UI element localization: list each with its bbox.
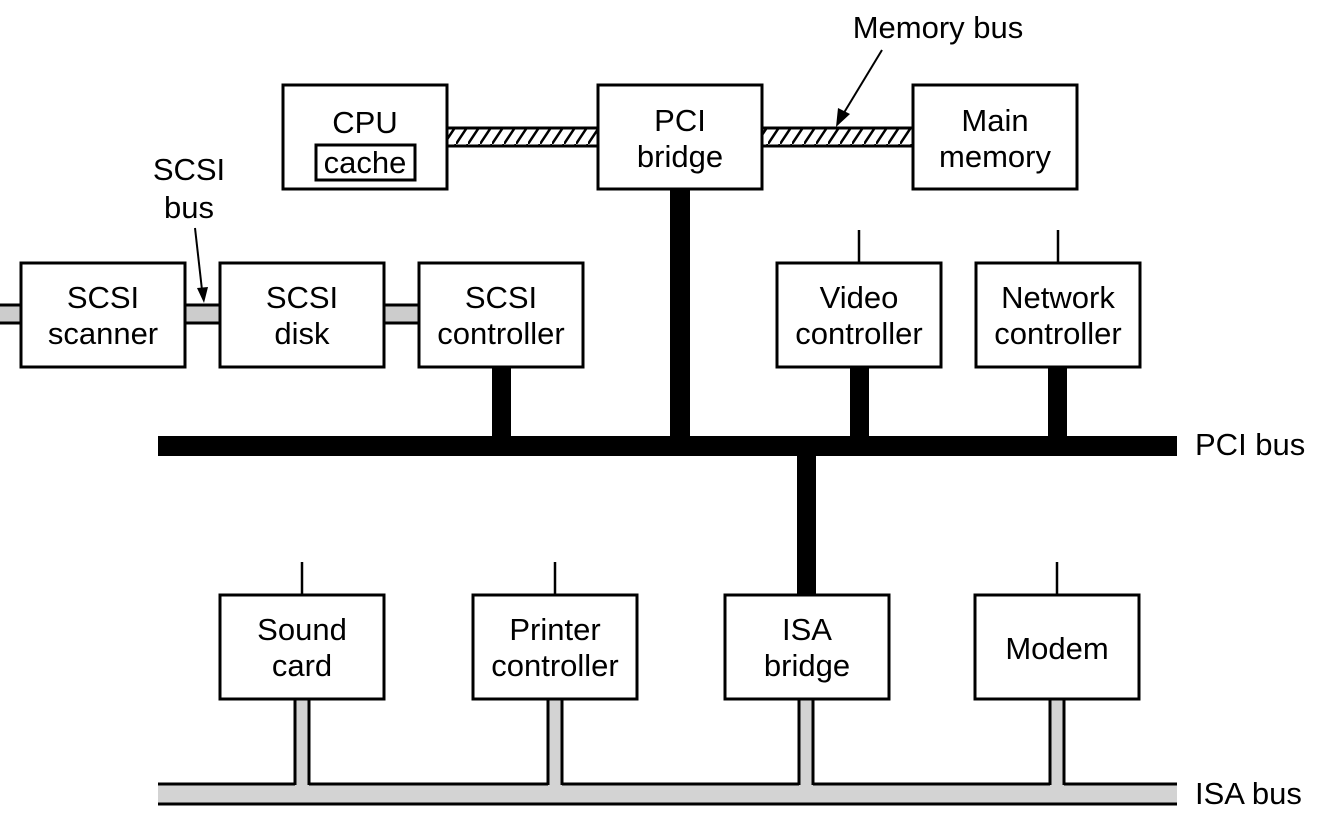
svg-text:Network: Network <box>1001 280 1115 315</box>
svg-text:Video: Video <box>820 280 899 315</box>
svg-text:cache: cache <box>324 145 407 180</box>
svg-text:SCSI: SCSI <box>67 280 139 315</box>
memory-bus-label: Memory bus <box>853 10 1024 45</box>
isa-bus-label: ISA bus <box>1195 776 1302 811</box>
cpu-memory-bus <box>445 126 600 148</box>
scsi-bus-label-2: bus <box>164 190 214 225</box>
memory-bus <box>760 126 915 148</box>
svg-text:bridge: bridge <box>764 648 850 683</box>
svg-text:SCSI: SCSI <box>465 280 537 315</box>
svg-text:Modem: Modem <box>1005 631 1108 666</box>
scsi-controller-box: SCSI controller <box>417 261 585 369</box>
svg-text:Printer: Printer <box>509 612 600 647</box>
scsi-bus-arrow <box>194 227 203 291</box>
modem-box: Modem <box>973 593 1141 701</box>
main-memory-box: Main memory <box>911 83 1079 191</box>
svg-text:Sound: Sound <box>257 612 347 647</box>
printer-controller-box: Printer controller <box>471 593 639 701</box>
svg-text:card: card <box>272 648 332 683</box>
svg-text:Main: Main <box>961 103 1028 138</box>
scsi-bus-label: SCSI <box>153 152 225 187</box>
svg-text:controller: controller <box>795 316 923 351</box>
pci-bus <box>158 436 1177 456</box>
svg-text:memory: memory <box>939 139 1051 174</box>
svg-text:PCI: PCI <box>654 103 706 138</box>
pci-bus-label: PCI bus <box>1195 427 1305 462</box>
network-controller-box: Network controller <box>974 261 1142 369</box>
svg-text:controller: controller <box>437 316 565 351</box>
memory-bus-arrow <box>841 49 883 117</box>
svg-text:SCSI: SCSI <box>266 280 338 315</box>
cpu-box: CPU cache <box>281 83 449 191</box>
svg-text:controller: controller <box>491 648 619 683</box>
svg-text:bridge: bridge <box>637 139 723 174</box>
svg-text:ISA: ISA <box>782 612 832 647</box>
svg-text:CPU: CPU <box>332 105 397 140</box>
isa-bridge-box: ISA bridge <box>723 593 891 701</box>
scsi-scanner-box: SCSI scanner <box>19 261 187 369</box>
pci-bus-connectors <box>492 188 1067 597</box>
svg-text:controller: controller <box>994 316 1122 351</box>
bus-architecture-diagram: Memory bus SCSI bus PCI bus ISA bus CPU … <box>0 10 1305 811</box>
arrowhead-icon <box>836 108 850 127</box>
arrowhead-icon <box>197 287 208 303</box>
svg-text:disk: disk <box>274 316 330 351</box>
isa-bus <box>158 698 1177 806</box>
scsi-disk-box: SCSI disk <box>218 261 386 369</box>
svg-text:scanner: scanner <box>48 316 158 351</box>
video-controller-box: Video controller <box>775 261 943 369</box>
sound-card-box: Sound card <box>218 593 386 701</box>
pci-bridge-box: PCI bridge <box>596 83 764 191</box>
